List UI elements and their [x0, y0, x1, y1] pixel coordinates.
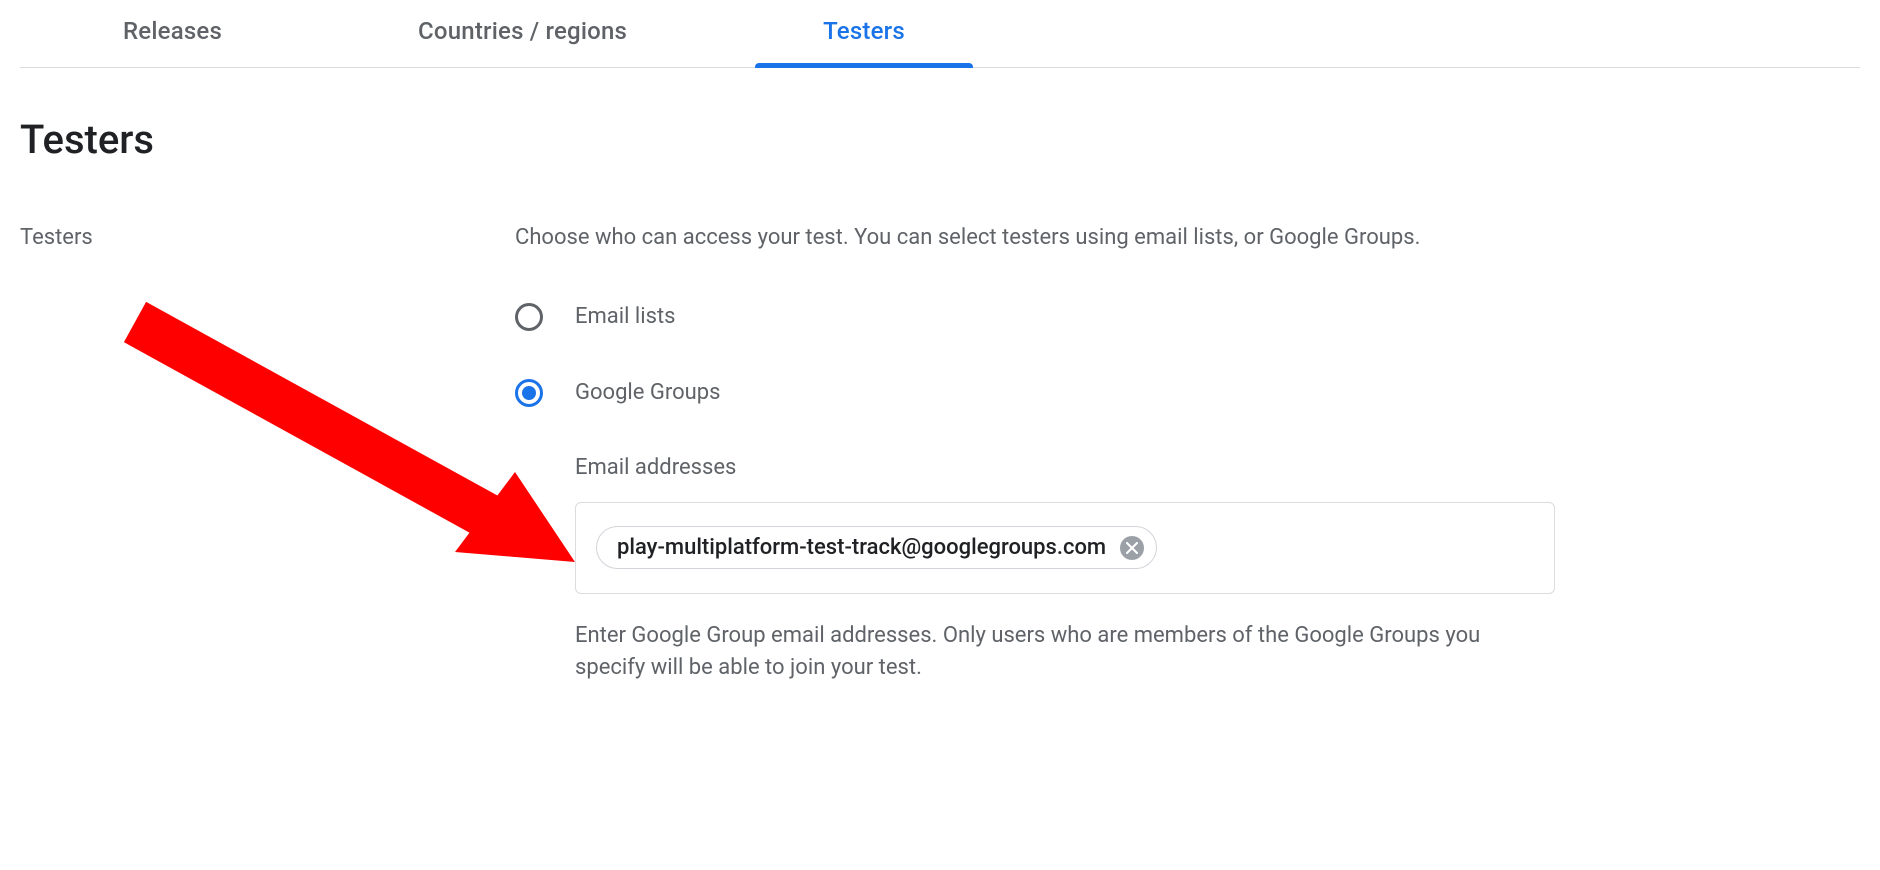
email-addresses-label: Email addresses — [575, 455, 1575, 480]
radio-icon — [515, 379, 543, 407]
row-description: Choose who can access your test. You can… — [515, 223, 1575, 253]
radio-email-lists[interactable]: Email lists — [515, 303, 1575, 331]
tab-countries-regions[interactable]: Countries / regions — [400, 17, 645, 67]
testers-row: Testers Choose who can access your test.… — [20, 223, 1860, 683]
email-addresses-input[interactable]: play-multiplatform-test-track@googlegrou… — [575, 502, 1555, 594]
radio-label: Email lists — [575, 304, 676, 329]
row-body: Choose who can access your test. You can… — [515, 223, 1575, 683]
email-chip: play-multiplatform-test-track@googlegrou… — [596, 526, 1157, 569]
tab-testers[interactable]: Testers — [805, 17, 923, 67]
radio-google-groups[interactable]: Google Groups — [515, 379, 1575, 407]
page-title: Testers — [20, 116, 1860, 163]
tab-releases[interactable]: Releases — [105, 17, 240, 67]
page-root: Releases Countries / regions Testers Tes… — [0, 0, 1880, 870]
row-label-testers: Testers — [20, 223, 515, 250]
radio-label: Google Groups — [575, 380, 721, 405]
chip-text: play-multiplatform-test-track@googlegrou… — [617, 535, 1106, 560]
close-icon[interactable] — [1120, 536, 1144, 560]
tab-bar: Releases Countries / regions Testers — [20, 0, 1860, 68]
radio-icon — [515, 303, 543, 331]
tester-source-radio-group: Email lists Google Groups — [515, 303, 1575, 407]
helper-text: Enter Google Group email addresses. Only… — [575, 620, 1555, 684]
